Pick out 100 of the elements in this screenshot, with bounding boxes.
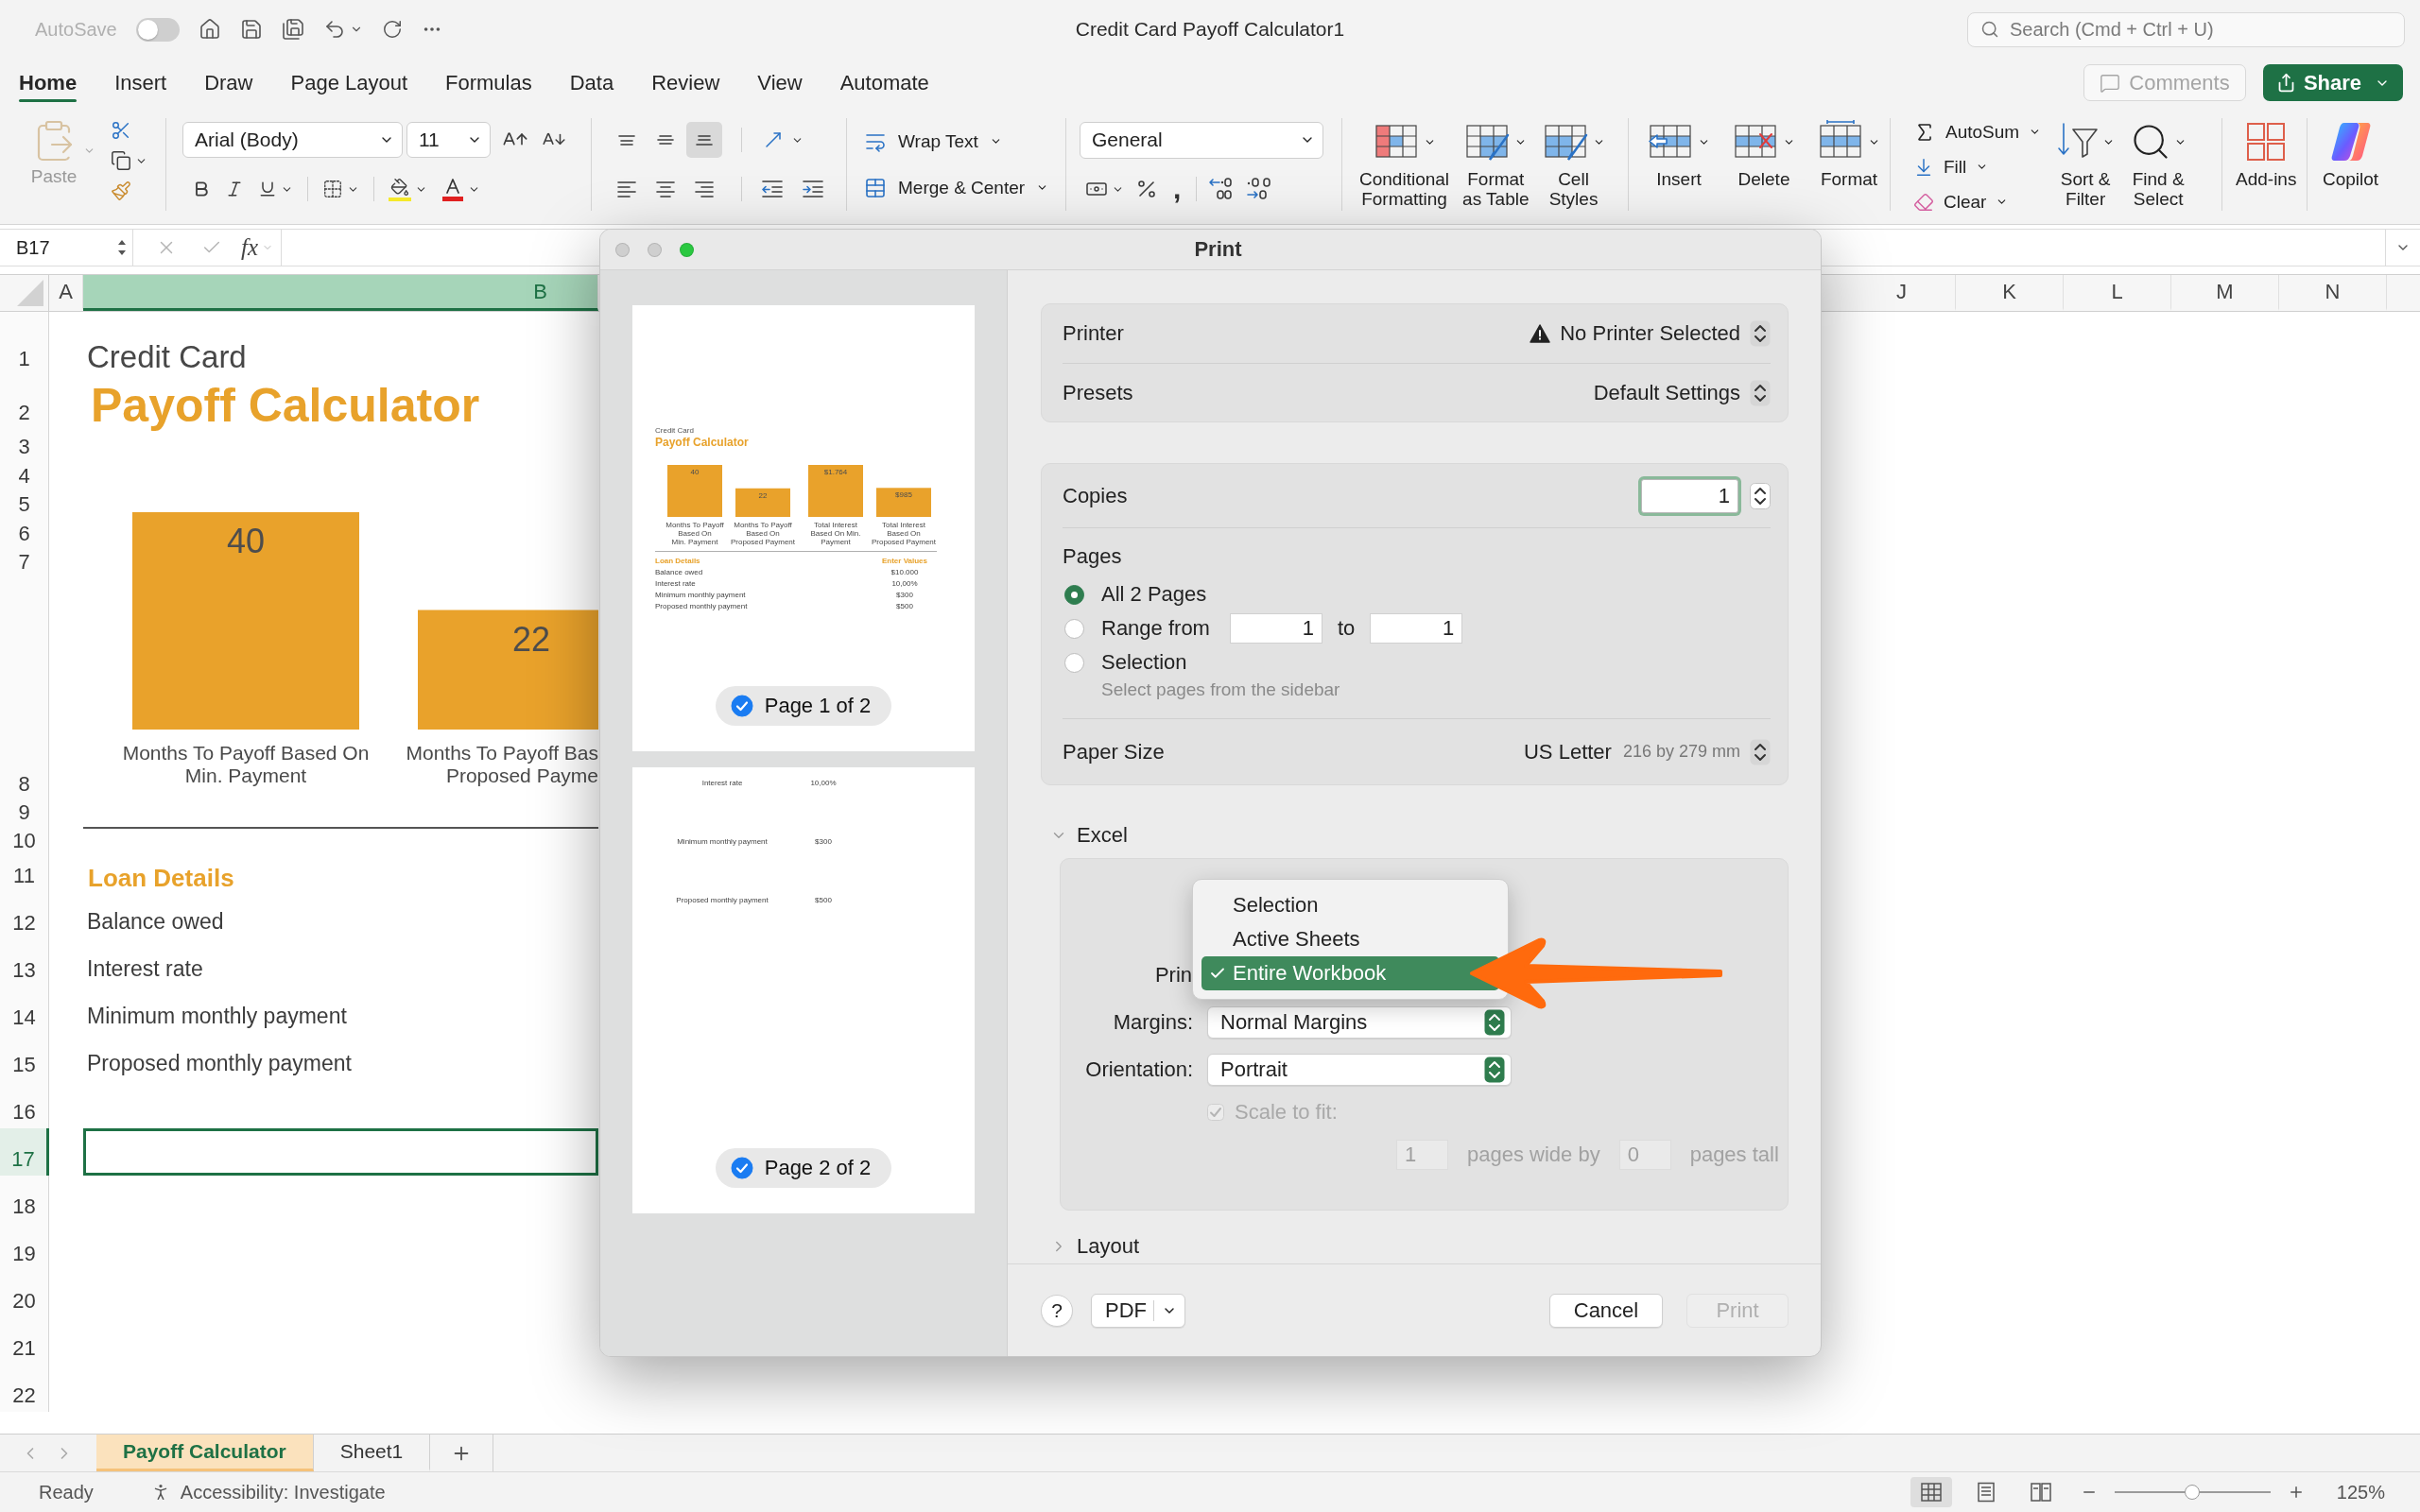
menu-item[interactable]: Active Sheets xyxy=(1201,922,1499,956)
decrease-decimal-icon[interactable] xyxy=(1246,178,1273,200)
sheet-tab[interactable]: Payoff Calculator xyxy=(96,1435,314,1471)
underline-icon[interactable] xyxy=(258,180,277,198)
row-header[interactable]: 6 xyxy=(0,521,49,550)
help-button[interactable]: ? xyxy=(1041,1294,1073,1327)
row-header[interactable]: 8 xyxy=(0,578,49,800)
ribbon-tab[interactable]: Home xyxy=(19,59,78,107)
row-header[interactable]: 9 xyxy=(0,800,49,829)
cell-styles-button[interactable]: Cell Styles xyxy=(1542,118,1605,209)
column-header[interactable]: L xyxy=(2064,275,2171,311)
row-header[interactable]: 13 xyxy=(0,939,49,987)
stacked-floppy-disks-icon[interactable] xyxy=(281,18,304,41)
selected-cell[interactable] xyxy=(83,1128,598,1176)
row-header[interactable]: 3 xyxy=(0,429,49,463)
fill-button[interactable]: Fill xyxy=(1913,149,2042,184)
stepper-icon[interactable] xyxy=(1750,482,1771,509)
autosum-button[interactable]: AutoSum xyxy=(1913,114,2042,149)
section-toggle[interactable]: Layout xyxy=(1041,1231,1140,1262)
row-header[interactable]: 14 xyxy=(0,987,49,1034)
column-header[interactable]: J xyxy=(1848,275,1956,311)
paint-bucket-icon[interactable] xyxy=(389,177,411,201)
sort-filter-button[interactable]: Sort & Filter xyxy=(2056,118,2116,209)
page-chip[interactable]: Page 1 of 2 xyxy=(715,686,892,726)
scissors-icon[interactable] xyxy=(111,120,131,141)
ribbon-tab[interactable]: Review xyxy=(651,59,720,107)
clear-button[interactable]: Clear xyxy=(1913,184,2042,219)
add-ins-button[interactable]: Add-ins xyxy=(2236,118,2297,189)
column-header[interactable]: M xyxy=(2171,275,2279,311)
merge-center-button[interactable]: Merge & Center xyxy=(864,170,1049,205)
radio-button[interactable] xyxy=(1064,618,1084,639)
copies-field[interactable]: 1 xyxy=(1641,478,1738,513)
view-button[interactable] xyxy=(1910,1477,1952,1507)
accessibility-button[interactable]: Accessibility: Investigate xyxy=(149,1481,386,1503)
column-header[interactable]: B xyxy=(83,275,598,311)
copy-icon[interactable] xyxy=(111,150,131,171)
percent-icon[interactable] xyxy=(1135,178,1158,200)
save-icon[interactable] xyxy=(239,18,263,41)
row-header[interactable]: 5 xyxy=(0,492,49,521)
search-field[interactable]: Search (Cmd + Ctrl + U) xyxy=(1967,11,2405,47)
autosave-toggle[interactable] xyxy=(135,17,180,42)
range-to-field[interactable]: 1 xyxy=(1370,613,1463,644)
paintbrush-icon[interactable] xyxy=(111,180,131,201)
section-toggle[interactable]: Excel xyxy=(1041,820,1128,850)
decrease-indent-icon[interactable] xyxy=(762,180,783,198)
name-box[interactable]: B17 xyxy=(0,230,133,266)
ribbon-tab[interactable]: Data xyxy=(569,59,614,107)
ribbon-tab[interactable]: Insert xyxy=(114,59,167,107)
row-header[interactable]: 20 xyxy=(0,1270,49,1317)
row-header[interactable]: 10 xyxy=(0,829,49,857)
row-header[interactable]: 2 xyxy=(0,375,49,429)
number-format-select[interactable]: General xyxy=(1080,121,1323,159)
delete-cells-button[interactable]: Delete xyxy=(1733,118,1795,189)
ribbon-tab[interactable]: Formulas xyxy=(445,59,532,107)
row-header[interactable]: 1 xyxy=(0,312,49,375)
wrap-text-button[interactable]: Wrap Text xyxy=(864,124,1002,159)
redo-icon[interactable] xyxy=(381,19,403,40)
page-chip[interactable]: Page 2 of 2 xyxy=(715,1148,892,1188)
align-left-icon[interactable] xyxy=(617,180,636,198)
row-header[interactable]: 17 xyxy=(0,1128,49,1176)
row-header[interactable]: 21 xyxy=(0,1317,49,1365)
find-select-button[interactable]: Find & Select xyxy=(2130,118,2187,209)
copilot-button[interactable]: Copilot xyxy=(2323,118,2379,189)
paper-size-select[interactable]: US Letter 216 by 279 mm xyxy=(1524,738,1771,765)
row-header[interactable]: 7 xyxy=(0,550,49,578)
conditional-formatting-button[interactable]: Conditional Formatting xyxy=(1359,118,1450,209)
row-header[interactable]: 12 xyxy=(0,892,49,939)
increase-indent-icon[interactable] xyxy=(803,180,823,198)
cancel-button[interactable]: Cancel xyxy=(1549,1293,1663,1328)
ribbon-tab[interactable]: Page Layout xyxy=(290,59,408,107)
range-from-field[interactable]: 1 xyxy=(1229,613,1322,644)
ribbon-tab[interactable]: View xyxy=(757,59,803,107)
zoom-slider[interactable] xyxy=(2114,1484,2271,1501)
font-size-select[interactable]: 11 xyxy=(406,122,491,158)
row-header[interactable]: 4 xyxy=(0,463,49,492)
italic-icon[interactable] xyxy=(225,180,244,198)
slider-thumb[interactable] xyxy=(2185,1485,2201,1500)
font-color-icon[interactable] xyxy=(441,176,464,202)
row-header[interactable]: 19 xyxy=(0,1223,49,1270)
radio-button[interactable] xyxy=(1064,584,1084,605)
row-header[interactable]: 15 xyxy=(0,1034,49,1081)
align-center-icon[interactable] xyxy=(656,180,675,198)
borders-icon[interactable] xyxy=(322,179,343,199)
ribbon-tab[interactable]: Automate xyxy=(839,59,929,107)
format-cells-button[interactable]: Format xyxy=(1818,118,1880,189)
margins-select[interactable]: Normal Margins xyxy=(1207,1006,1512,1039)
printer-select[interactable]: No Printer Selected xyxy=(1530,320,1771,347)
format-as-table-button[interactable]: Format as Table xyxy=(1462,118,1530,209)
ribbon-tab[interactable]: Draw xyxy=(204,59,253,107)
insert-cells-button[interactable]: Insert xyxy=(1648,118,1710,189)
font-select[interactable]: Arial (Body) xyxy=(182,122,403,158)
row-header[interactable]: 18 xyxy=(0,1176,49,1223)
align-right-icon[interactable] xyxy=(695,180,714,198)
column-header[interactable]: N xyxy=(2279,275,2387,311)
presets-select[interactable]: Default Settings xyxy=(1593,379,1771,406)
orientation-select[interactable]: Portrait xyxy=(1207,1054,1512,1086)
home-icon[interactable] xyxy=(198,18,221,41)
pdf-menu-button[interactable]: PDF xyxy=(1091,1293,1185,1328)
align-bottom-button[interactable] xyxy=(686,122,722,158)
comma-style-button[interactable]: , xyxy=(1169,175,1185,203)
